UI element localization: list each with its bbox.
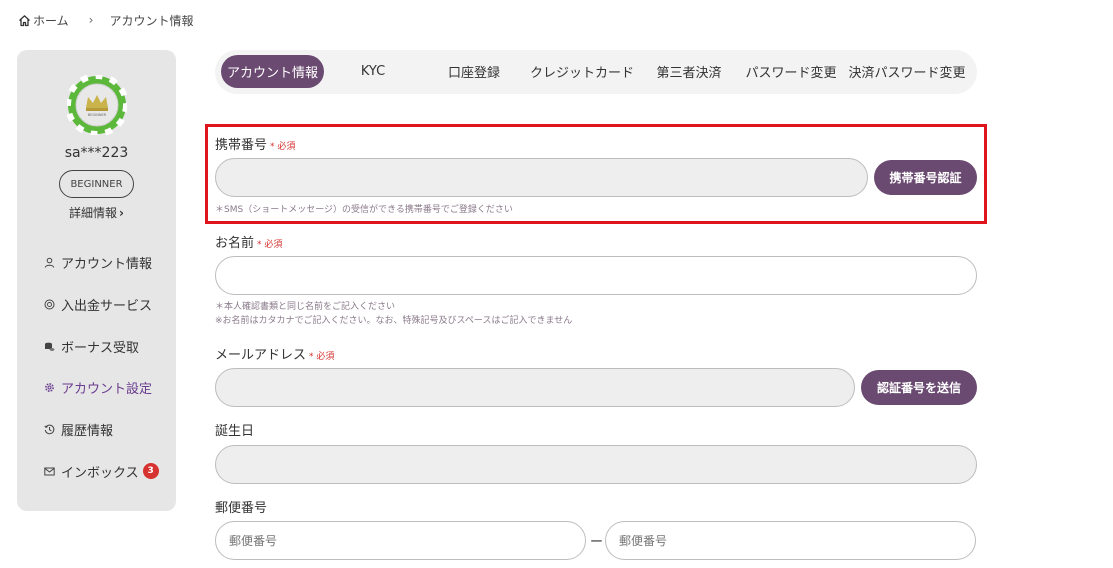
svg-text:BEGINNER: BEGINNER [88, 113, 107, 117]
sidebar-item-label: 入出金サービス [61, 299, 153, 315]
email-label-text: メールアドレス [215, 348, 307, 363]
sidebar-item-inbox[interactable]: インボックス 3 [43, 450, 173, 492]
sidebar-item-deposit-withdraw[interactable]: 入出金サービス [43, 284, 173, 326]
username: sa***223 [64, 145, 129, 161]
breadcrumb-home[interactable]: ホーム [33, 12, 69, 29]
gear-icon [43, 382, 55, 394]
required-mark: * 必須 [257, 240, 283, 250]
tab-account-info[interactable]: アカウント情報 [221, 55, 324, 88]
mail-icon [43, 465, 55, 477]
tab-third-party-payment[interactable]: 第三者決済 [651, 55, 727, 88]
coin-icon [43, 299, 55, 311]
name-label: お名前 * 必須 [215, 232, 282, 251]
required-mark: * 必須 [270, 142, 296, 152]
required-mark: * 必須 [309, 352, 335, 362]
postal-label: 郵便番号 [215, 501, 268, 516]
sidebar-item-account-info[interactable]: アカウント情報 [43, 242, 173, 284]
chevron-right-icon: › [119, 206, 124, 220]
tab-bank-account[interactable]: 口座登録 [435, 55, 513, 88]
sidebar-item-label: インボックス [61, 465, 139, 481]
details-link-label: 詳細情報 [69, 206, 118, 220]
sidebar-item-label: アカウント設定 [61, 382, 153, 398]
sidebar-item-bonus[interactable]: ボーナス受取 [43, 325, 173, 367]
inbox-count-badge: 3 [142, 463, 159, 480]
phone-label-text: 携帯番号 [215, 138, 268, 153]
name-note: ※お名前はカタカナでご記入ください。なお、特殊記号及びスペースはご記入できません [215, 316, 573, 326]
sidebar-item-label: ボーナス受取 [61, 340, 140, 356]
history-icon [43, 424, 55, 436]
sidebar: BEGINNER sa***223 BEGINNER 詳細情報 › アカウント情報… [17, 50, 176, 511]
sidebar-item-account-settings[interactable]: アカウント設定 [43, 367, 173, 409]
breadcrumb: ホーム › アカウント情報 [18, 12, 193, 28]
postal-separator: ー [590, 535, 604, 550]
home-icon[interactable] [18, 14, 31, 27]
postal-code-input-2[interactable] [605, 521, 976, 560]
sidebar-item-history[interactable]: 履歴情報 [43, 409, 173, 451]
name-input[interactable] [215, 256, 977, 295]
tab-kyc[interactable]: KYC [335, 55, 411, 88]
birthday-input[interactable] [215, 445, 977, 484]
postal-code-input-1[interactable] [215, 521, 586, 560]
sidebar-item-label: アカウント情報 [61, 257, 153, 273]
email-label: メールアドレス * 必須 [215, 344, 334, 363]
email-input[interactable] [215, 368, 855, 407]
user-icon [43, 257, 55, 269]
sidebar-item-label: 履歴情報 [61, 424, 114, 440]
name-label-text: お名前 [215, 236, 255, 251]
birthday-label: 誕生日 [215, 424, 255, 439]
coins-stack-icon [43, 340, 55, 352]
sidebar-menu: アカウント情報 入出金サービス ボーナス受取 アカウント設定 履歴情報 インボッ… [43, 242, 173, 492]
phone-label: 携帯番号 * 必須 [215, 134, 295, 153]
phone-note: ＊SMS（ショートメッセージ）の受信ができる携帯番号でご登録ください [215, 205, 513, 215]
rank-badge: BEGINNER [59, 170, 134, 198]
settings-tabs: アカウント情報 KYC 口座登録 クレジットカード 第三者決済 パスワード変更 … [215, 50, 977, 94]
avatar: BEGINNER [65, 73, 129, 137]
chevron-right-icon: › [88, 13, 94, 27]
tab-payment-password-change[interactable]: 決済パスワード変更 [847, 55, 967, 88]
tab-credit-card[interactable]: クレジットカード [528, 55, 636, 88]
name-note: ＊本人確認書類と同じ名前をご記入ください [215, 302, 396, 312]
send-verification-code-button[interactable]: 認証番号を送信 [861, 370, 977, 405]
details-link[interactable]: 詳細情報 › [17, 204, 176, 221]
tab-password-change[interactable]: パスワード変更 [742, 55, 840, 88]
phone-verify-button[interactable]: 携帯番号認証 [874, 160, 977, 195]
phone-input[interactable] [215, 158, 868, 197]
breadcrumb-current: アカウント情報 [109, 13, 194, 28]
